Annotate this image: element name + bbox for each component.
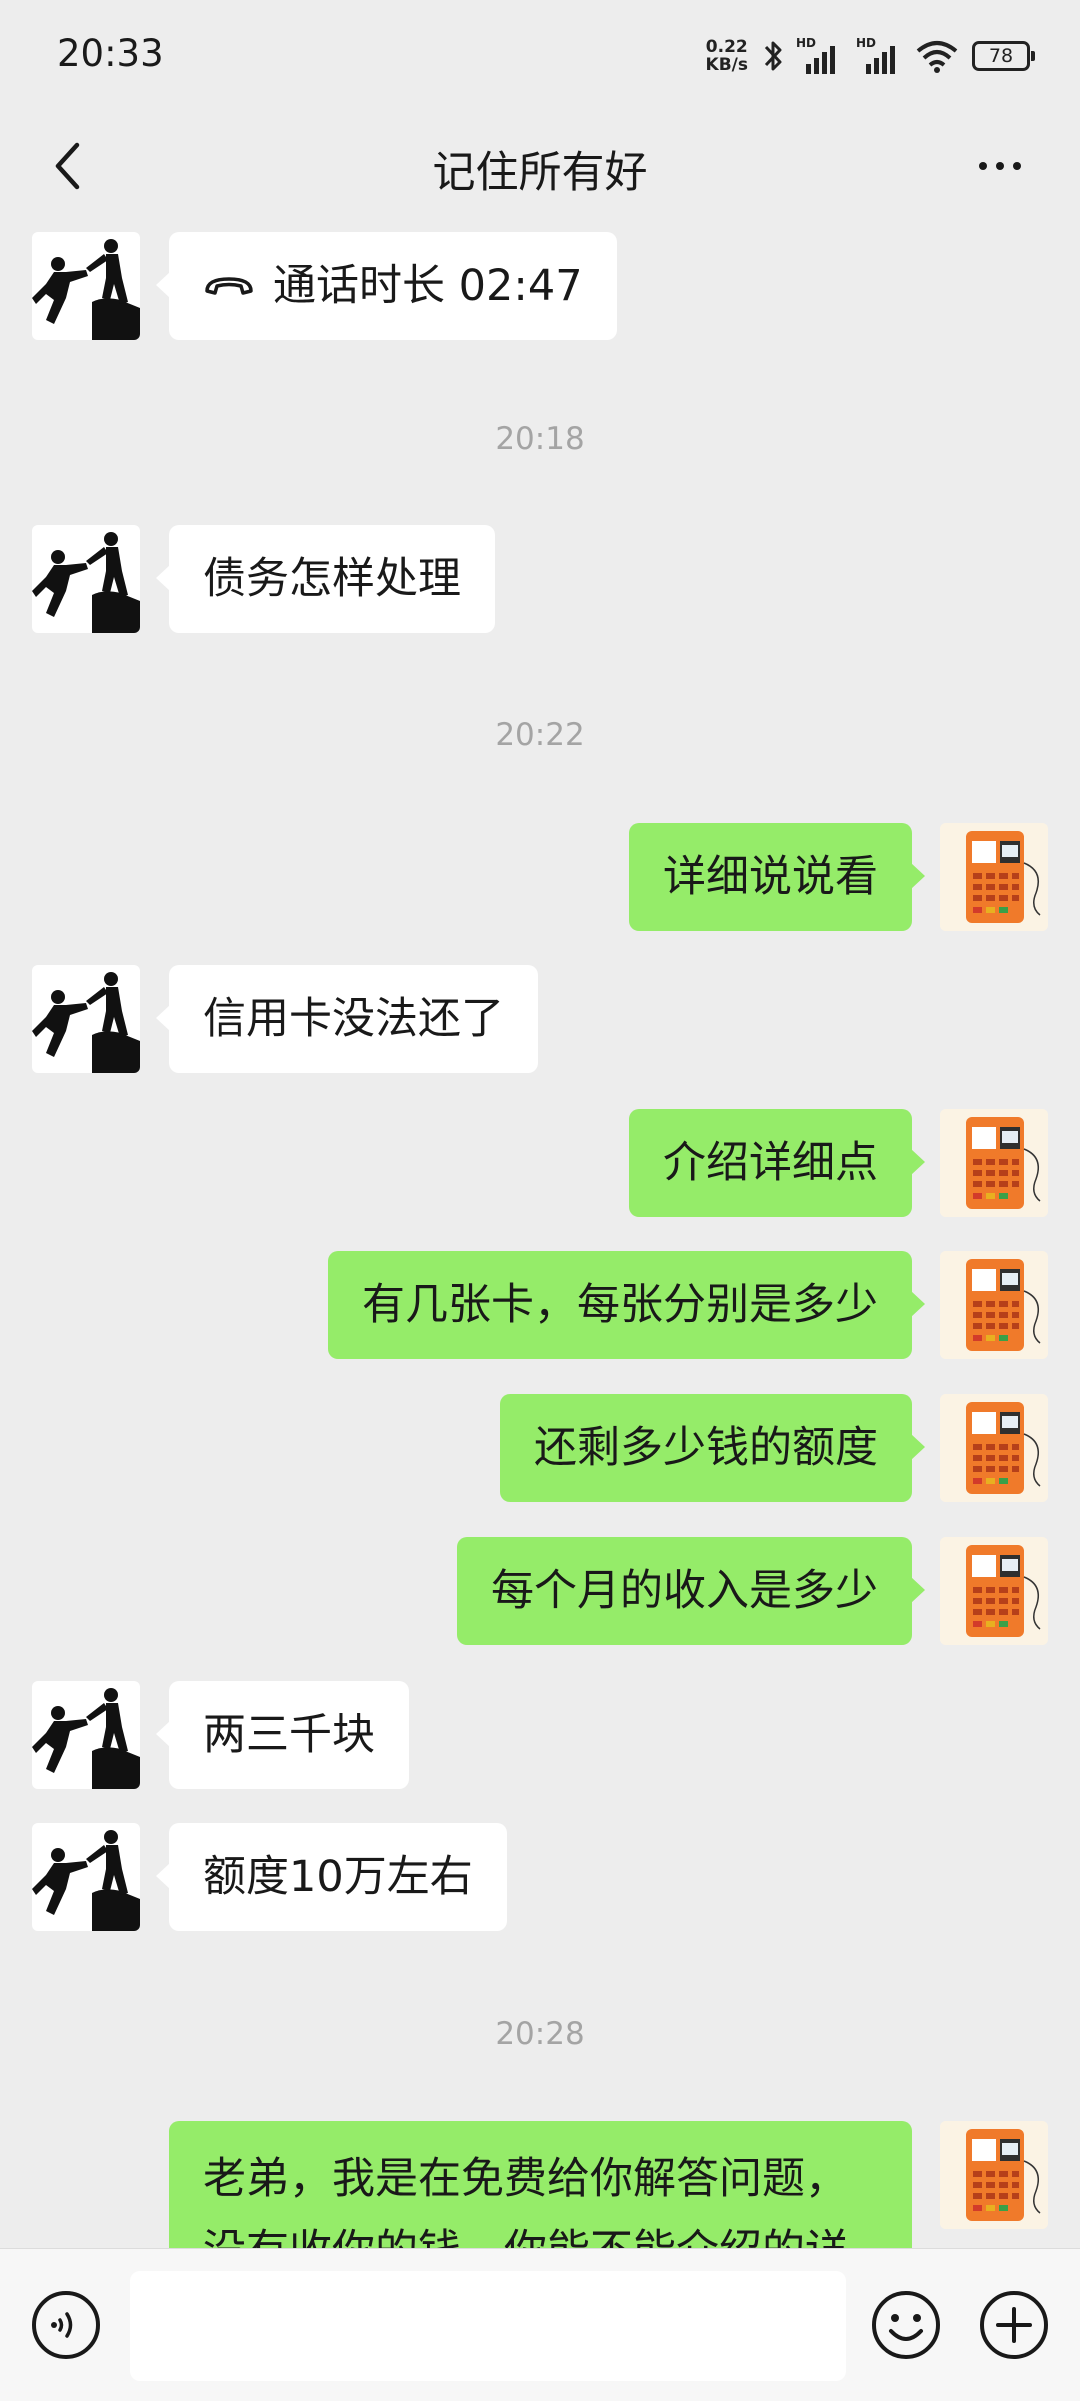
climbers-avatar-image xyxy=(32,972,140,1073)
signal-strength-icon: HD xyxy=(796,36,846,74)
pos-terminal-avatar-image xyxy=(940,2121,1048,2229)
message-bubble-incoming[interactable]: 信用卡没法还了 xyxy=(156,965,538,1073)
call-record-bubble[interactable]: 通话时长 02:47 xyxy=(156,232,617,340)
message-bubble-incoming[interactable]: 两三千块 xyxy=(156,1681,409,1789)
contact-avatar[interactable] xyxy=(32,232,140,340)
wifi-icon xyxy=(916,41,958,73)
smiley-icon xyxy=(872,2291,940,2359)
message-bubble-outgoing[interactable]: 介绍详细点 xyxy=(629,1109,925,1217)
my-avatar[interactable] xyxy=(940,1537,1048,1645)
timestamp: 20:18 xyxy=(495,421,585,457)
battery-icon: 78 xyxy=(972,41,1035,71)
pos-terminal-avatar-image xyxy=(940,823,1048,931)
contact-avatar[interactable] xyxy=(32,965,140,1073)
network-speed-value: 0.22 xyxy=(705,37,748,57)
message-list[interactable]: 通话时长 02:47 20:18 债务怎样处理 20:22 详细说说看 信用卡没… xyxy=(0,216,1080,2248)
bluetooth-icon xyxy=(764,41,782,71)
message-bubble-outgoing[interactable]: 还剩多少钱的额度 xyxy=(500,1394,925,1502)
my-avatar[interactable] xyxy=(940,1251,1048,1359)
chat-title: 记住所有好 xyxy=(432,148,648,198)
network-speed-unit: KB/s xyxy=(705,55,748,75)
my-avatar[interactable] xyxy=(940,823,1048,931)
contact-avatar[interactable] xyxy=(32,1681,140,1789)
message-bubble-outgoing[interactable]: 老弟，我是在免费给你解答问题，没有收你的钱，你能不能介绍的详 xyxy=(169,2121,912,2248)
emoji-button[interactable] xyxy=(870,2289,942,2361)
my-avatar[interactable] xyxy=(940,1394,1048,1502)
pos-terminal-avatar-image xyxy=(940,1109,1048,1217)
pos-terminal-avatar-image xyxy=(940,1394,1048,1502)
plus-icon xyxy=(980,2291,1048,2359)
signal-strength-icon: HD xyxy=(856,36,906,74)
climbers-avatar-image xyxy=(32,1830,140,1931)
call-duration-text: 通话时长 02:47 xyxy=(273,261,583,311)
message-bubble-incoming[interactable]: 额度10万左右 xyxy=(156,1823,507,1931)
voice-icon xyxy=(32,2291,100,2359)
my-avatar[interactable] xyxy=(940,1109,1048,1217)
climbers-avatar-image xyxy=(32,239,140,340)
pos-terminal-avatar-image xyxy=(940,1251,1048,1359)
status-time: 20:33 xyxy=(57,32,164,75)
input-bar xyxy=(0,2248,1080,2401)
more-options-button[interactable] xyxy=(964,138,1036,194)
timestamp: 20:22 xyxy=(495,717,585,753)
message-bubble-outgoing[interactable]: 详细说说看 xyxy=(629,823,925,931)
voice-input-button[interactable] xyxy=(30,2289,102,2361)
more-functions-button[interactable] xyxy=(978,2289,1050,2361)
pos-terminal-avatar-image xyxy=(940,1537,1048,1645)
timestamp: 20:28 xyxy=(495,2016,585,2052)
status-bar: 20:33 0.22 KB/s HD HD 78 xyxy=(0,0,1080,116)
phone-hangup-icon xyxy=(205,276,253,295)
my-avatar[interactable] xyxy=(940,2121,1048,2229)
network-speed: 0.22 KB/s xyxy=(706,38,748,74)
chat-header: 记住所有好 xyxy=(0,116,1080,216)
contact-avatar[interactable] xyxy=(32,525,140,633)
message-bubble-outgoing[interactable]: 每个月的收入是多少 xyxy=(457,1537,925,1645)
message-bubble-incoming[interactable]: 债务怎样处理 xyxy=(156,525,495,633)
battery-level: 78 xyxy=(988,45,1014,67)
message-input[interactable] xyxy=(130,2271,846,2381)
message-bubble-outgoing[interactable]: 有几张卡，每张分别是多少 xyxy=(328,1251,925,1359)
climbers-avatar-image xyxy=(32,1688,140,1789)
climbers-avatar-image xyxy=(32,532,140,633)
status-icons: 0.22 KB/s HD HD 78 xyxy=(706,34,1035,78)
contact-avatar[interactable] xyxy=(32,1823,140,1931)
